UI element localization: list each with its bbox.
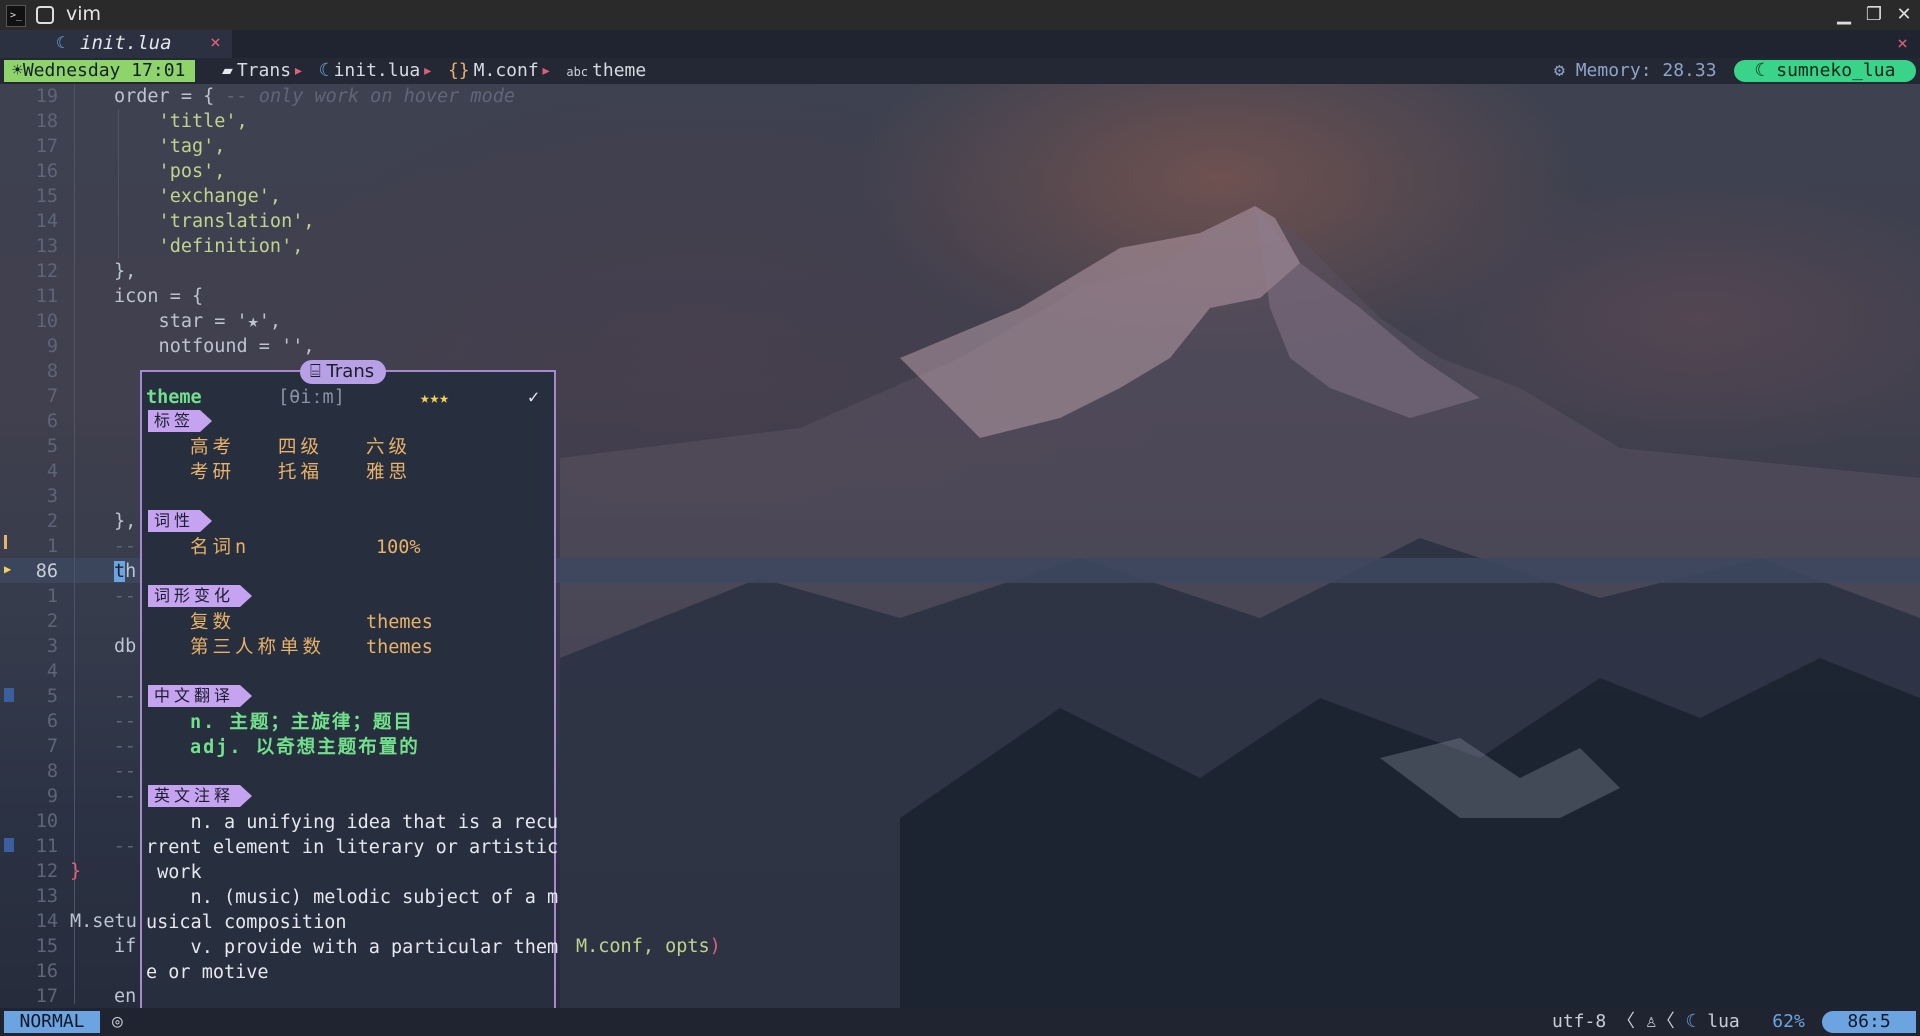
definition-line: rrent element in literary or artistic xyxy=(146,837,559,858)
tag-item: 四级 xyxy=(278,437,324,458)
statusline: NORMAL ◎ utf-8 〈 ♙〈 ☾ lua 62% 86:5 xyxy=(0,1008,1920,1036)
breadcrumb-separator-icon: ▸ xyxy=(422,60,434,81)
popup-phonetic: [θiːm] xyxy=(278,387,345,408)
translation-item: n. 主题；主旋律；题目 xyxy=(190,712,414,733)
code-line: 9 notfound = '', xyxy=(46,336,315,357)
tag-item: 高考 xyxy=(190,437,236,458)
minimize-button[interactable]: ▁ xyxy=(1830,3,1858,27)
definition-line: usical composition xyxy=(146,912,347,933)
exchange-label: 复数 xyxy=(190,612,236,633)
status-right: utf-8 〈 ♙〈 ☾ lua 62% xyxy=(1552,1008,1805,1036)
code-line: 18 'title', xyxy=(35,111,248,132)
chevron-left-icon: 〈 xyxy=(1617,1011,1636,1032)
breadcrumb: ▰ Trans ▸ ☾ init.lua ▸ {} M.conf ▸ abc theme xyxy=(222,60,646,83)
object-icon: {} xyxy=(447,60,470,81)
lua-file-icon: ☾ xyxy=(318,60,330,81)
popup-check-icon: ✓ xyxy=(528,387,540,408)
linux-icon: ♙ xyxy=(1645,1011,1657,1032)
tag-item: 考研 xyxy=(190,462,236,483)
pos-label: 名词n xyxy=(190,537,251,558)
code-line: 12}, xyxy=(35,261,137,282)
window-title: vim xyxy=(66,3,102,25)
breadcrumb-separator-icon: ▸ xyxy=(540,60,552,81)
tabline: ☾ init.lua × × xyxy=(0,30,1920,58)
chevron-left-icon: 〈 xyxy=(1656,1011,1675,1032)
date-text: Wednesday 17:01 xyxy=(22,60,186,81)
section-definition-label: 英文注释 xyxy=(148,785,252,807)
memory-text: Memory: 28.33 xyxy=(1575,60,1717,81)
encoding: utf-8 xyxy=(1552,1011,1607,1032)
close-all-tabs-button[interactable]: × xyxy=(1897,33,1908,54)
window-icon xyxy=(36,6,54,24)
pos-value: 100% xyxy=(376,537,421,558)
text-cursor: t xyxy=(114,561,126,582)
code-line: 19 order = { -- only work on hover mode xyxy=(35,86,515,107)
code-line: 14 'translation', xyxy=(35,211,315,232)
section-tag-label: 标签 xyxy=(148,410,212,432)
breadcrumb-item[interactable]: M.conf xyxy=(474,60,539,81)
exchange-label: 第三人称单数 xyxy=(190,637,326,658)
tag-item: 六级 xyxy=(366,437,412,458)
definition-line: n. (music) melodic subject of a m xyxy=(146,887,559,908)
translate-icon: ⌸ xyxy=(310,361,321,382)
exchange-value: themes xyxy=(366,612,433,633)
gear-icon: ⚙ xyxy=(1554,60,1565,81)
translation-item: adj. 以奇想主题布置的 xyxy=(190,737,420,758)
lsp-name: sumneko_lua xyxy=(1776,60,1896,81)
lua-icon: ☾ xyxy=(1754,60,1766,81)
tag-item: 雅思 xyxy=(366,462,412,483)
section-translation-label: 中文翻译 xyxy=(148,685,252,707)
section-pos-label: 词性 xyxy=(148,510,212,532)
closing-paren: ) xyxy=(709,936,721,957)
lua-icon: ☾ xyxy=(1685,1011,1697,1032)
tab-label: init.lua xyxy=(80,32,172,54)
code-line: 13 'definition', xyxy=(35,236,304,257)
lua-file-icon: ☾ xyxy=(56,33,66,52)
cursor-position: 86:5 xyxy=(1822,1011,1916,1033)
section-exchange-label: 词形变化 xyxy=(148,585,252,607)
string-icon: abc xyxy=(566,65,589,79)
code-line: 16 'pos', xyxy=(35,161,226,182)
tab-close-button[interactable]: × xyxy=(210,32,221,53)
date-segment: ☀Wednesday 17:01 xyxy=(4,60,196,82)
buffer-tab[interactable]: ☾ init.lua × xyxy=(0,30,232,58)
code-line: 11 icon = { xyxy=(35,286,204,307)
sun-icon: ☀ xyxy=(12,60,23,81)
breadcrumb-item[interactable]: init.lua xyxy=(334,60,421,81)
code-args: M.conf, opts xyxy=(576,936,710,957)
folder-icon: ▰ xyxy=(222,60,233,81)
popup-word: theme xyxy=(146,387,202,408)
code-line: 17 'tag', xyxy=(35,136,226,157)
definition-line: work xyxy=(146,862,202,883)
terminal-app-icon: >_ xyxy=(6,5,26,27)
definition-line: e or motive xyxy=(146,962,269,983)
breadcrumb-item[interactable]: theme xyxy=(592,60,646,81)
definition-line: n. a unifying idea that is a recu xyxy=(146,812,559,833)
popup-star-rating: ★★★ xyxy=(420,388,449,407)
lsp-status-badge: ☾ sumneko_lua xyxy=(1734,60,1916,82)
mode-indicator: NORMAL xyxy=(4,1011,100,1033)
github-icon: ◎ xyxy=(112,1011,123,1032)
breadcrumb-item[interactable]: Trans xyxy=(237,60,291,81)
close-window-button[interactable]: ✕ xyxy=(1890,3,1918,27)
scroll-percent: 62% xyxy=(1772,1011,1805,1032)
code-line: 15 'exchange', xyxy=(35,186,282,207)
memory-indicator: ⚙ Memory: 28.33 xyxy=(1554,60,1717,82)
filetype: lua xyxy=(1707,1011,1740,1032)
definition-line: v. provide with a particular them xyxy=(146,937,559,958)
maximize-button[interactable]: ❐ xyxy=(1860,3,1888,27)
window-titlebar: >_ vim ▁ ❐ ✕ xyxy=(0,0,1920,30)
tag-item: 托福 xyxy=(278,462,324,483)
exchange-value: themes xyxy=(366,637,433,658)
winbar: ☀Wednesday 17:01 ▰ Trans ▸ ☾ init.lua ▸ {} M.… xyxy=(0,58,1920,84)
breadcrumb-separator-icon: ▸ xyxy=(293,60,304,81)
code-line: 10 star = '★', xyxy=(35,311,282,332)
popup-title: Trans xyxy=(326,361,375,382)
popup-title-badge: ⌸ Trans xyxy=(300,360,387,384)
